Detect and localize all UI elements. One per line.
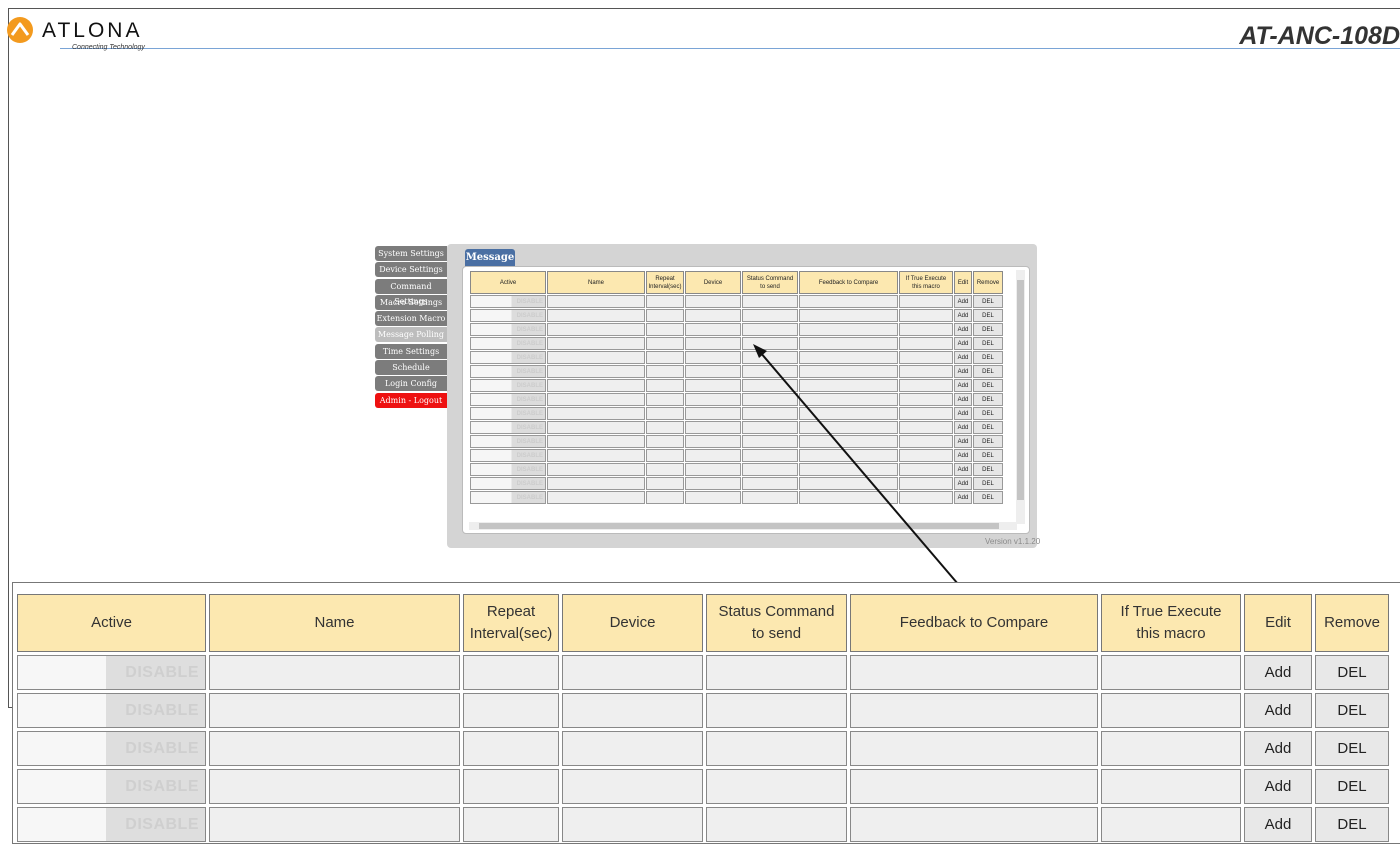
header-feedback: Feedback to Compare <box>850 594 1098 652</box>
status-command-cell[interactable] <box>706 693 847 728</box>
add-button[interactable]: Add <box>1244 807 1312 842</box>
table-row: DISABLE Add DEL <box>17 807 1389 842</box>
header-device: Device <box>562 594 703 652</box>
del-button[interactable]: DEL <box>1315 731 1389 766</box>
table-row: DISABLE Add DEL <box>17 655 1389 690</box>
execute-macro-cell[interactable] <box>1101 731 1241 766</box>
feedback-cell[interactable] <box>850 693 1098 728</box>
repeat-interval-cell[interactable] <box>463 731 559 766</box>
active-toggle[interactable]: DISABLE <box>17 807 206 842</box>
active-toggle[interactable]: DISABLE <box>17 731 206 766</box>
add-button[interactable]: Add <box>1244 769 1312 804</box>
execute-macro-cell[interactable] <box>1101 807 1241 842</box>
active-toggle[interactable]: DISABLE <box>17 769 206 804</box>
table-header-row: Active Name Repeat Interval(sec) Device S… <box>17 594 1389 652</box>
header-active: Active <box>17 594 206 652</box>
name-cell[interactable] <box>209 693 460 728</box>
device-cell[interactable] <box>562 769 703 804</box>
status-command-cell[interactable] <box>706 807 847 842</box>
header-remove: Remove <box>1315 594 1389 652</box>
repeat-interval-cell[interactable] <box>463 655 559 690</box>
repeat-interval-cell[interactable] <box>463 769 559 804</box>
execute-macro-cell[interactable] <box>1101 655 1241 690</box>
header-execute-macro: If True Execute this macro <box>1101 594 1241 652</box>
status-command-cell[interactable] <box>706 731 847 766</box>
name-cell[interactable] <box>209 655 460 690</box>
message-table-zoomed: Active Name Repeat Interval(sec) Device S… <box>14 591 1392 845</box>
status-command-cell[interactable] <box>706 769 847 804</box>
repeat-interval-cell[interactable] <box>463 693 559 728</box>
name-cell[interactable] <box>209 807 460 842</box>
status-command-cell[interactable] <box>706 655 847 690</box>
repeat-interval-cell[interactable] <box>463 807 559 842</box>
add-button[interactable]: Add <box>1244 655 1312 690</box>
header-edit: Edit <box>1244 594 1312 652</box>
header-status-command: Status Command to send <box>706 594 847 652</box>
add-button[interactable]: Add <box>1244 693 1312 728</box>
name-cell[interactable] <box>209 769 460 804</box>
device-cell[interactable] <box>562 693 703 728</box>
device-cell[interactable] <box>562 655 703 690</box>
table-row: DISABLE Add DEL <box>17 693 1389 728</box>
device-cell[interactable] <box>562 731 703 766</box>
add-button[interactable]: Add <box>1244 731 1312 766</box>
del-button[interactable]: DEL <box>1315 655 1389 690</box>
execute-macro-cell[interactable] <box>1101 769 1241 804</box>
feedback-cell[interactable] <box>850 807 1098 842</box>
del-button[interactable]: DEL <box>1315 769 1389 804</box>
table-row: DISABLE Add DEL <box>17 731 1389 766</box>
header-name: Name <box>209 594 460 652</box>
active-toggle[interactable]: DISABLE <box>17 693 206 728</box>
feedback-cell[interactable] <box>850 769 1098 804</box>
active-toggle[interactable]: DISABLE <box>17 655 206 690</box>
del-button[interactable]: DEL <box>1315 693 1389 728</box>
feedback-cell[interactable] <box>850 655 1098 690</box>
header-repeat: Repeat Interval(sec) <box>463 594 559 652</box>
del-button[interactable]: DEL <box>1315 807 1389 842</box>
feedback-cell[interactable] <box>850 731 1098 766</box>
execute-macro-cell[interactable] <box>1101 693 1241 728</box>
table-row: DISABLE Add DEL <box>17 769 1389 804</box>
device-cell[interactable] <box>562 807 703 842</box>
name-cell[interactable] <box>209 731 460 766</box>
